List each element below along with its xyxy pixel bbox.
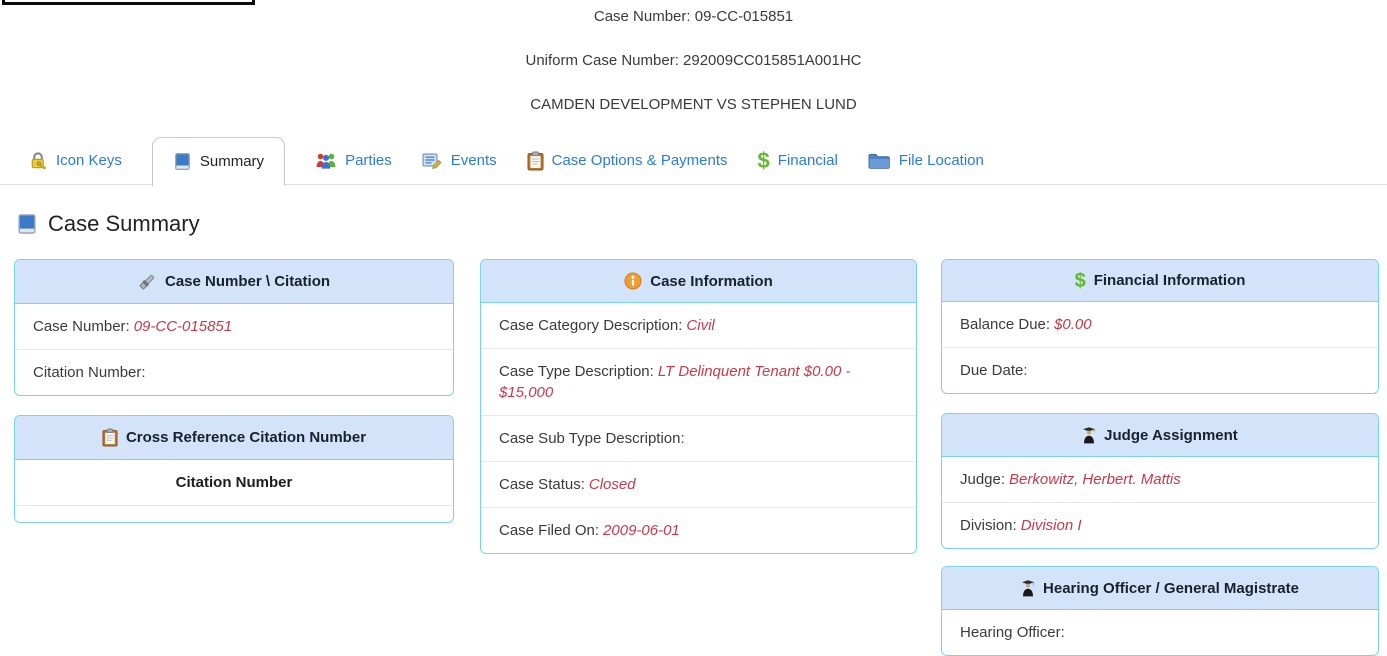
tab-file-location[interactable]: File Location bbox=[868, 152, 984, 170]
tab-events[interactable]: Events bbox=[422, 152, 497, 170]
table-row-empty bbox=[15, 506, 453, 522]
page-title-text: Case Summary bbox=[48, 211, 200, 237]
column-left: Case Number \ Citation Case Number:09-CC… bbox=[14, 259, 454, 656]
case-number-line: Case Number: 09-CC-015851 bbox=[0, 8, 1387, 25]
panel-header: Cross Reference Citation Number bbox=[15, 416, 453, 460]
row-label: Case Status: bbox=[499, 476, 585, 493]
panel-judge-assignment: Judge Assignment Judge:Berkowitz, Herber… bbox=[941, 413, 1379, 549]
table-row: Citation Number: bbox=[15, 350, 453, 395]
row-label: Division: bbox=[960, 517, 1017, 534]
row-value: 09-CC-015851 bbox=[134, 318, 232, 335]
panel-header: Case Number \ Citation bbox=[15, 260, 453, 304]
page-title: Case Summary bbox=[16, 211, 1387, 237]
case-title: CAMDEN DEVELOPMENT VS STEPHEN LUND bbox=[0, 96, 1387, 113]
row-label: Case Type Description: bbox=[499, 363, 654, 380]
panel-financial-information: $ Financial Information Balance Due:$0.0… bbox=[941, 259, 1379, 394]
row-label: Hearing Officer: bbox=[960, 624, 1065, 641]
people-icon bbox=[315, 151, 337, 170]
row-label: Case Sub Type Description: bbox=[499, 430, 685, 447]
tab-label: Icon Keys bbox=[56, 152, 122, 169]
tab-icon-keys[interactable]: Icon Keys bbox=[28, 151, 122, 171]
tab-label: Financial bbox=[778, 152, 838, 169]
note-pencil-icon bbox=[422, 152, 443, 170]
row-value: Civil bbox=[686, 317, 714, 334]
panel-title: Case Number \ Citation bbox=[165, 273, 330, 290]
tab-summary[interactable]: Summary bbox=[152, 137, 285, 186]
tab-label: Events bbox=[451, 152, 497, 169]
table-row: Case Category Description:Civil bbox=[481, 303, 916, 349]
case-detail-page: Case Number: 09-CC-015851 Uniform Case N… bbox=[0, 0, 1387, 656]
info-icon bbox=[624, 272, 642, 290]
panel-title: Financial Information bbox=[1094, 272, 1246, 289]
table-row: Division:Division I bbox=[942, 503, 1378, 548]
tab-label: File Location bbox=[899, 152, 984, 169]
row-label: Citation Number: bbox=[33, 364, 146, 381]
table-row: Case Type Description:LT Delinquent Tena… bbox=[481, 349, 916, 416]
tab-label: Parties bbox=[345, 152, 392, 169]
table-row: Balance Due:$0.00 bbox=[942, 302, 1378, 348]
case-header: Case Number: 09-CC-015851 Uniform Case N… bbox=[0, 0, 1387, 113]
row-label: Case Category Description: bbox=[499, 317, 682, 334]
panel-title: Hearing Officer / General Magistrate bbox=[1043, 580, 1299, 597]
book-icon bbox=[16, 213, 38, 235]
summary-content: Case Summary bbox=[0, 185, 1387, 656]
folder-icon bbox=[868, 152, 891, 170]
row-label: Judge: bbox=[960, 471, 1005, 488]
panel-header: Case Information bbox=[481, 260, 916, 303]
row-label: Due Date: bbox=[960, 362, 1028, 379]
row-value: Berkowitz, Herbert. Mattis bbox=[1009, 471, 1181, 488]
row-value: $0.00 bbox=[1054, 316, 1092, 333]
panel-hearing-officer: Hearing Officer / General Magistrate Hea… bbox=[941, 566, 1379, 656]
tab-parties[interactable]: Parties bbox=[315, 151, 392, 170]
table-row: Judge:Berkowitz, Herbert. Mattis bbox=[942, 457, 1378, 503]
tab-financial[interactable]: $ Financial bbox=[758, 152, 838, 170]
panel-cross-reference-citation: Cross Reference Citation Number Citation… bbox=[14, 415, 454, 523]
column-header-citation-number: Citation Number bbox=[15, 460, 453, 506]
panel-title: Judge Assignment bbox=[1104, 427, 1238, 444]
clipboard-icon bbox=[527, 151, 544, 171]
row-label: Case Filed On: bbox=[499, 522, 599, 539]
panel-title: Cross Reference Citation Number bbox=[126, 429, 366, 446]
tab-case-options-payments[interactable]: Case Options & Payments bbox=[527, 151, 728, 171]
book-icon bbox=[173, 152, 192, 171]
table-row: Case Number:09-CC-015851 bbox=[15, 304, 453, 350]
table-row: Hearing Officer: bbox=[942, 610, 1378, 655]
row-label: Balance Due: bbox=[960, 316, 1050, 333]
tab-label: Summary bbox=[200, 153, 264, 170]
row-value: Division I bbox=[1021, 517, 1082, 534]
panel-header: Judge Assignment bbox=[942, 414, 1378, 457]
table-row: Case Sub Type Description: bbox=[481, 416, 916, 462]
panel-header: $ Financial Information bbox=[942, 260, 1378, 302]
dollar-icon: $ bbox=[758, 152, 770, 170]
table-row: Due Date: bbox=[942, 348, 1378, 393]
cutoff-element-top-left bbox=[2, 0, 255, 5]
flashlight-icon bbox=[138, 272, 157, 291]
uniform-case-number-line: Uniform Case Number: 292009CC015851A001H… bbox=[0, 52, 1387, 69]
tab-label: Case Options & Payments bbox=[552, 152, 728, 169]
panel-title: Case Information bbox=[650, 273, 773, 290]
panel-case-number-citation: Case Number \ Citation Case Number:09-CC… bbox=[14, 259, 454, 396]
row-label: Case Number: bbox=[33, 318, 130, 335]
panel-case-information: Case Information Case Category Descripti… bbox=[480, 259, 917, 554]
row-value: 2009-06-01 bbox=[603, 522, 680, 539]
tab-bar: Icon Keys Summary bbox=[0, 137, 1387, 185]
panel-columns: Case Number \ Citation Case Number:09-CC… bbox=[16, 259, 1387, 656]
table-row: Case Filed On:2009-06-01 bbox=[481, 508, 916, 553]
panel-header: Hearing Officer / General Magistrate bbox=[942, 567, 1378, 610]
lock-key-icon bbox=[28, 151, 48, 171]
judge-icon bbox=[1021, 579, 1035, 597]
column-right: $ Financial Information Balance Due:$0.0… bbox=[941, 259, 1379, 656]
row-value: Closed bbox=[589, 476, 636, 493]
clipboard-icon bbox=[102, 428, 118, 447]
dollar-icon: $ bbox=[1075, 273, 1086, 289]
table-row: Case Status:Closed bbox=[481, 462, 916, 508]
judge-icon bbox=[1082, 426, 1096, 444]
column-middle: Case Information Case Category Descripti… bbox=[480, 259, 917, 656]
